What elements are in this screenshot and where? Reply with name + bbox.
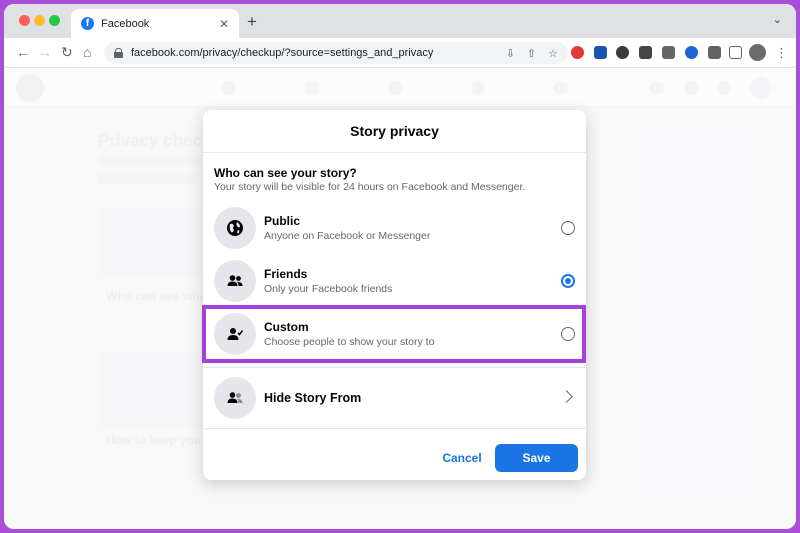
eye-extension-icon[interactable] xyxy=(685,46,698,59)
lock-icon[interactable] xyxy=(114,48,123,58)
browser-menu-icon[interactable]: ⋮ xyxy=(775,45,788,61)
extension-badge-icon[interactable] xyxy=(594,46,607,59)
reload-icon[interactable]: ↻ xyxy=(61,44,73,60)
friends-icon xyxy=(214,260,256,302)
option-description: Only your Facebook friends xyxy=(264,283,393,295)
dialog-question: Who can see your story? xyxy=(214,166,357,180)
browser-toolbar: ← → ↻ ⌂ facebook.com/privacy/checkup/?so… xyxy=(4,38,796,68)
url-text[interactable]: facebook.com/privacy/checkup/?source=set… xyxy=(131,47,494,59)
bookmark-star-icon[interactable]: ☆ xyxy=(548,47,558,60)
dialog-subtitle: Your story will be visible for 24 hours … xyxy=(214,181,526,193)
option-friends[interactable]: Friends Only your Facebook friends xyxy=(203,254,586,307)
pen-extension-icon[interactable] xyxy=(662,46,675,59)
option-title: Public xyxy=(264,214,301,228)
globe-icon xyxy=(214,207,256,249)
minimize-window-button[interactable] xyxy=(34,15,45,26)
tab-facebook[interactable]: f Facebook ✕ xyxy=(71,9,239,38)
tab-strip: f Facebook ✕ + ⌄ xyxy=(4,4,796,38)
profile-avatar[interactable] xyxy=(749,44,766,61)
install-app-icon[interactable]: ⇩ xyxy=(506,47,515,60)
story-privacy-dialog: Story privacy Who can see your story? Yo… xyxy=(203,110,586,480)
radio-public[interactable] xyxy=(561,221,575,235)
option-description: Anyone on Facebook or Messenger xyxy=(264,230,431,242)
share-icon[interactable]: ⇧ xyxy=(527,47,536,60)
custom-option-highlight xyxy=(202,305,586,363)
option-title: Friends xyxy=(264,267,308,281)
tab-search-chevron-icon[interactable]: ⌄ xyxy=(773,13,782,26)
options-divider xyxy=(203,367,586,368)
extensions-puzzle-icon[interactable] xyxy=(708,46,721,59)
forward-arrow-icon[interactable]: → xyxy=(38,44,52,60)
address-bar[interactable]: facebook.com/privacy/checkup/?source=set… xyxy=(104,42,568,64)
dialog-header: Story privacy xyxy=(203,110,586,153)
dialog-title: Story privacy xyxy=(350,123,439,139)
back-arrow-icon[interactable]: ← xyxy=(16,44,30,60)
tab-title: Facebook xyxy=(101,17,150,30)
close-window-button[interactable] xyxy=(19,15,30,26)
hide-people-icon xyxy=(214,377,256,419)
tab-close-icon[interactable]: ✕ xyxy=(219,17,229,31)
send-extension-icon[interactable] xyxy=(639,46,652,59)
maximize-window-button[interactable] xyxy=(49,15,60,26)
facebook-favicon-icon: f xyxy=(81,17,94,30)
hide-story-from-row[interactable]: Hide Story From xyxy=(203,371,586,424)
new-tab-button[interactable]: + xyxy=(247,13,257,30)
save-button[interactable]: Save xyxy=(495,444,578,472)
sidebar-panel-icon[interactable] xyxy=(729,46,742,59)
cancel-button[interactable]: Cancel xyxy=(437,444,487,472)
hide-story-title: Hide Story From xyxy=(264,391,362,405)
radio-friends[interactable] xyxy=(561,274,575,288)
home-icon[interactable]: ⌂ xyxy=(83,44,91,60)
chevron-right-icon xyxy=(560,390,573,403)
opera-extension-icon[interactable] xyxy=(571,46,584,59)
footer-divider xyxy=(203,428,586,429)
ninja-extension-icon[interactable] xyxy=(616,46,629,59)
option-public[interactable]: Public Anyone on Facebook or Messenger xyxy=(203,201,586,254)
